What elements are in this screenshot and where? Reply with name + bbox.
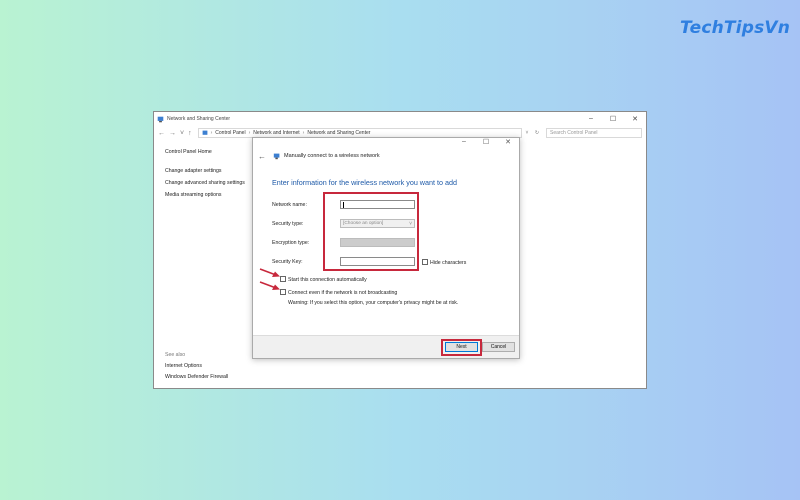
privacy-warning: Warning: If you select this option, your… <box>288 300 459 306</box>
see-also-header: See also <box>165 352 186 358</box>
sidebar-item-media-streaming[interactable]: Media streaming options <box>165 192 255 198</box>
close-button[interactable]: ✕ <box>624 115 646 123</box>
refresh-icon[interactable]: ↻ <box>532 130 542 136</box>
dialog-close-button[interactable]: ✕ <box>497 138 519 150</box>
encryption-type-label: Encryption type: <box>272 240 310 246</box>
window-titlebar: Network and Sharing Center – ☐ ✕ <box>154 112 646 126</box>
window-title: Network and Sharing Center <box>167 116 231 122</box>
sidebar-item-advanced-sharing[interactable]: Change advanced sharing settings <box>165 180 255 186</box>
back-arrow-icon[interactable]: ← <box>158 130 165 137</box>
next-highlight-box <box>441 339 482 356</box>
link-internet-options[interactable]: Internet Options <box>165 363 228 369</box>
dialog-footer: Next Cancel <box>253 335 519 358</box>
hide-characters-label: Hide characters <box>430 260 467 266</box>
wireless-dialog: – ☐ ✕ ← Manually connect to a wireless n… <box>252 137 520 359</box>
network-icon <box>273 153 280 160</box>
chevron-down-icon[interactable]: ˅ <box>180 130 184 137</box>
breadcrumb-control-panel[interactable]: Control Panel <box>215 130 245 136</box>
minimize-button[interactable]: – <box>580 115 602 123</box>
dropdown-arrow-icon[interactable]: ˅ <box>522 130 532 136</box>
link-defender-firewall[interactable]: Windows Defender Firewall <box>165 374 228 380</box>
breadcrumb-separator: › <box>248 130 251 136</box>
maximize-button[interactable]: ☐ <box>602 115 624 123</box>
brand-logo: TechTipsVn <box>680 18 791 38</box>
hide-characters-checkbox[interactable] <box>422 259 428 265</box>
connect-hidden-label: Connect even if the network is not broad… <box>288 290 398 296</box>
pointer-arrow-icon <box>259 281 280 290</box>
sidebar-item-adapter[interactable]: Change adapter settings <box>165 168 255 174</box>
dialog-minimize-button[interactable]: – <box>453 138 475 150</box>
see-also: See also Internet Options Windows Defend… <box>165 352 228 385</box>
forward-arrow-icon[interactable]: → <box>169 130 176 137</box>
sidebar-item-home[interactable]: Control Panel Home <box>165 149 255 155</box>
breadcrumb-sharing-center[interactable]: Network and Sharing Center <box>307 130 370 136</box>
dialog-heading: Enter information for the wireless netwo… <box>272 178 457 187</box>
back-arrow-icon[interactable]: ← <box>258 152 266 161</box>
control-panel-icon <box>202 130 207 135</box>
fields-highlight-box <box>323 192 419 271</box>
pointer-arrow-icon <box>259 268 280 277</box>
network-name-label: Network name: <box>272 202 307 208</box>
up-arrow-icon[interactable]: ↑ <box>188 130 192 137</box>
cancel-button[interactable]: Cancel <box>482 342 515 352</box>
sidebar: Control Panel Home Change adapter settin… <box>165 149 255 204</box>
search-input[interactable]: Search Control Panel <box>546 128 642 138</box>
security-type-label: Security type: <box>272 221 304 227</box>
dialog-title: Manually connect to a wireless network <box>284 153 380 159</box>
security-key-label: Security Key: <box>272 259 303 265</box>
start-auto-label: Start this connection automatically <box>288 277 367 283</box>
dialog-maximize-button[interactable]: ☐ <box>475 138 497 150</box>
breadcrumb-separator: › <box>210 130 213 136</box>
network-icon <box>157 116 164 122</box>
breadcrumb-separator: › <box>302 130 305 136</box>
breadcrumb-network-internet[interactable]: Network and Internet <box>253 130 299 136</box>
